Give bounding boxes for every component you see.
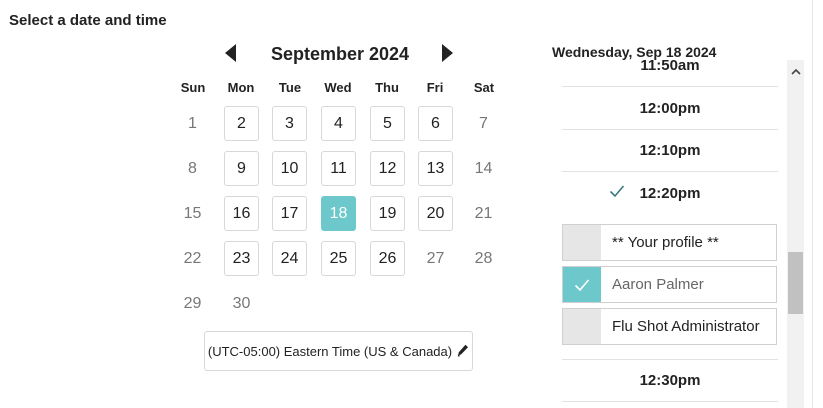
- time-slot[interactable]: 12:10pm: [562, 130, 778, 172]
- calendar-day[interactable]: 4: [321, 106, 356, 141]
- scrollbar[interactable]: [787, 60, 804, 408]
- checkmark-icon: [609, 185, 625, 198]
- calendar-day-unavailable: 14: [474, 159, 493, 177]
- calendar-day-unavailable: 8: [188, 159, 197, 177]
- next-month-icon[interactable]: [442, 44, 453, 62]
- weekday-label: Thu: [375, 80, 399, 95]
- time-slot-label: 12:10pm: [639, 142, 701, 159]
- time-slot-selected[interactable]: 12:20pm: [562, 172, 778, 214]
- calendar-day-unavailable: 30: [232, 294, 251, 312]
- time-slot-label: 12:20pm: [639, 184, 701, 202]
- provider-name: ** Your profile **: [612, 234, 719, 251]
- provider-option-selected[interactable]: Aaron Palmer: [562, 266, 777, 303]
- provider-name: Aaron Palmer: [612, 276, 704, 293]
- weekday-label: Sun: [180, 80, 206, 95]
- calendar-day[interactable]: 3: [272, 106, 307, 141]
- time-slot[interactable]: 12:00pm: [562, 88, 778, 130]
- panel-divider: [812, 0, 813, 408]
- calendar-day-unavailable: 21: [474, 204, 493, 222]
- time-slot-list: 11:50am 12:00pm 12:10pm 12:20pm ** Your …: [560, 50, 778, 408]
- month-label: September 2024: [270, 44, 410, 64]
- time-slot-label: 12:00pm: [639, 100, 701, 117]
- weekday-label: Fri: [426, 80, 444, 95]
- calendar-day[interactable]: 13: [418, 151, 453, 186]
- weekday-label: Mon: [227, 80, 255, 95]
- calendar-day[interactable]: 6: [418, 106, 453, 141]
- calendar-day[interactable]: 5: [370, 106, 405, 141]
- provider-option[interactable]: Flu Shot Administrator: [562, 308, 777, 345]
- calendar-day-unavailable: 15: [183, 204, 202, 222]
- calendar-day[interactable]: 26: [370, 241, 405, 276]
- calendar-day-unavailable: 28: [474, 249, 493, 267]
- calendar-day[interactable]: 17: [272, 196, 307, 231]
- calendar-day-unavailable: 7: [479, 114, 488, 132]
- calendar-day[interactable]: 24: [272, 241, 307, 276]
- provider-toggle[interactable]: [563, 267, 601, 302]
- scrollbar-thumb[interactable]: [788, 252, 803, 314]
- weekday-label: Wed: [324, 80, 352, 95]
- time-slot-label: 12:30pm: [639, 372, 701, 389]
- calendar-day-unavailable: 29: [183, 294, 202, 312]
- provider-toggle[interactable]: [563, 309, 601, 344]
- calendar-day-selected[interactable]: 18: [321, 196, 356, 231]
- calendar-day[interactable]: 2: [224, 106, 259, 141]
- calendar-day[interactable]: 12: [370, 151, 405, 186]
- provider-name: Flu Shot Administrator: [612, 318, 760, 335]
- calendar-day[interactable]: 20: [418, 196, 453, 231]
- calendar-day[interactable]: 19: [370, 196, 405, 231]
- calendar-day-unavailable: 1: [188, 114, 197, 132]
- timezone-label: (UTC-05:00) Eastern Time (US & Canada): [207, 343, 453, 359]
- calendar-day[interactable]: 10: [272, 151, 307, 186]
- calendar-day[interactable]: 11: [321, 151, 356, 186]
- checkmark-icon: [574, 278, 590, 291]
- calendar-day[interactable]: 23: [224, 241, 259, 276]
- calendar-header: September 2024: [220, 42, 460, 66]
- pencil-icon: [457, 344, 469, 357]
- selected-date-heading: Wednesday, Sep 18 2024: [552, 44, 717, 60]
- timezone-selector[interactable]: (UTC-05:00) Eastern Time (US & Canada): [204, 331, 473, 371]
- calendar-day-unavailable: 27: [426, 249, 445, 267]
- weekday-label: Sat: [473, 80, 495, 95]
- section-title: Select a date and time: [9, 12, 167, 29]
- scroll-up-icon[interactable]: [787, 64, 804, 78]
- weekday-label: Tue: [278, 80, 302, 95]
- calendar-day[interactable]: 9: [224, 151, 259, 186]
- time-slot[interactable]: 12:30pm: [562, 359, 778, 402]
- provider-toggle[interactable]: [563, 225, 601, 260]
- calendar-day[interactable]: 25: [321, 241, 356, 276]
- calendar-day-unavailable: 22: [183, 249, 202, 267]
- provider-option[interactable]: ** Your profile **: [562, 224, 777, 261]
- calendar-day[interactable]: 16: [224, 196, 259, 231]
